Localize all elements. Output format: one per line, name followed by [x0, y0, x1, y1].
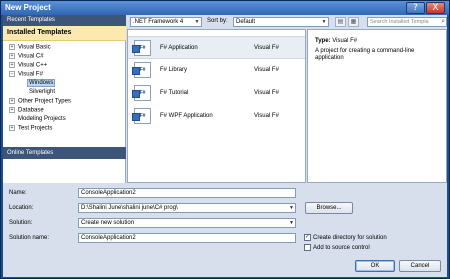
medium-icons-view-icon[interactable]: ▦ [348, 17, 359, 27]
expand-icon[interactable]: + [9, 53, 15, 59]
name-label: Name: [9, 190, 27, 196]
sort-by-label: Sort by: [207, 18, 228, 24]
collapse-icon[interactable]: − [9, 71, 15, 77]
fsharp-project-icon: F# [132, 40, 151, 56]
project-name-input[interactable]: ConsoleApplication2 [78, 188, 296, 198]
template-item-fsharp-library[interactable]: F# F# Library Visual F# [128, 59, 305, 82]
solution-select[interactable]: Create new solution ▼ [78, 218, 296, 228]
sort-by-select[interactable]: Default ▼ [233, 17, 329, 27]
create-directory-checkbox[interactable]: ✓ Create directory for solution [304, 234, 387, 242]
templates-toolbar: .NET Framework 4 ▼ Sort by: Default ▼ ▤ … [127, 15, 447, 29]
cancel-button[interactable]: Cancel [399, 260, 441, 272]
expand-icon[interactable]: + [9, 125, 15, 131]
location-label: Location: [9, 205, 34, 211]
template-item-fsharp-wpf-application[interactable]: F# F# WPF Application Visual F# [128, 105, 305, 128]
window-title: New Project [5, 3, 51, 12]
template-item-fsharp-application[interactable]: F# F# Application Visual F# [128, 36, 305, 59]
tree-item-silverlight[interactable]: Silverlight [29, 89, 55, 98]
expand-icon[interactable]: + [9, 44, 15, 50]
template-categories-pane: Recent Templates Installed Templates + Vi… [3, 15, 126, 183]
title-bar[interactable]: New Project ? X [1, 1, 449, 15]
project-details-form: Name: ConsoleApplication2 Location: D:\S… [3, 183, 447, 277]
tree-item-other-project-types[interactable]: + Other Project Types [9, 98, 71, 107]
template-list: F# F# Application Visual F# F# F# Librar… [127, 29, 306, 183]
installed-templates-tab[interactable]: Installed Templates [3, 26, 126, 41]
tree-item-test-projects[interactable]: + Test Projects [9, 125, 52, 134]
solution-name-input[interactable]: ConsoleApplication2 [78, 233, 296, 243]
search-icon[interactable]: ⌕ [441, 18, 445, 26]
expand-icon[interactable]: + [9, 62, 15, 68]
tree-item-visual-basic[interactable]: + Visual Basic [9, 44, 51, 53]
checkmark-icon[interactable]: ✓ [304, 234, 311, 241]
search-installed-templates-input[interactable]: Search Installed Templa ⌕ [367, 17, 447, 27]
online-templates-tab[interactable]: Online Templates [3, 147, 126, 159]
tree-item-modeling-projects[interactable]: Modeling Projects [18, 116, 66, 125]
ok-button[interactable]: OK [355, 260, 395, 272]
close-button[interactable]: X [426, 2, 445, 14]
template-description-pane: Type: Visual F# A project for creating a… [307, 29, 447, 183]
expand-icon[interactable]: + [9, 107, 15, 113]
new-project-dialog: New Project ? X Recent Templates Install… [0, 0, 450, 279]
template-description: A project for creating a command-line ap… [315, 48, 415, 61]
chevron-down-icon[interactable]: ▼ [193, 18, 201, 26]
fsharp-project-icon: F# [132, 108, 151, 124]
tree-item-visual-cpp[interactable]: + Visual C++ [9, 62, 47, 71]
solution-name-label: Solution name: [9, 235, 50, 241]
small-icons-view-icon[interactable]: ▤ [335, 17, 346, 27]
chevron-down-icon[interactable]: ▼ [289, 204, 294, 212]
help-button[interactable]: ? [406, 2, 425, 14]
expand-icon[interactable]: + [9, 98, 15, 104]
fsharp-project-icon: F# [132, 62, 151, 78]
tree-item-visual-csharp[interactable]: + Visual C# [9, 53, 44, 62]
framework-select[interactable]: .NET Framework 4 ▼ [130, 17, 202, 27]
template-type: Type: Visual F# [315, 38, 358, 44]
add-to-source-control-checkbox[interactable]: Add to source control [304, 244, 370, 252]
template-item-fsharp-tutorial[interactable]: F# F# Tutorial Visual F# [128, 82, 305, 105]
tree-item-windows[interactable]: Windows [27, 79, 56, 89]
fsharp-project-icon: F# [132, 85, 151, 101]
tree-item-database[interactable]: + Database [9, 107, 44, 116]
location-select[interactable]: D:\Shalini June\shalini june\C# prog\ ▼ [78, 203, 296, 213]
recent-templates-tab[interactable]: Recent Templates [3, 15, 126, 26]
browse-button[interactable]: Browse... [305, 202, 353, 214]
chevron-down-icon[interactable]: ▼ [320, 18, 328, 26]
chevron-down-icon[interactable]: ▼ [289, 219, 294, 227]
dialog-client: Recent Templates Installed Templates + Vi… [3, 15, 447, 277]
solution-label: Solution: [9, 220, 33, 226]
